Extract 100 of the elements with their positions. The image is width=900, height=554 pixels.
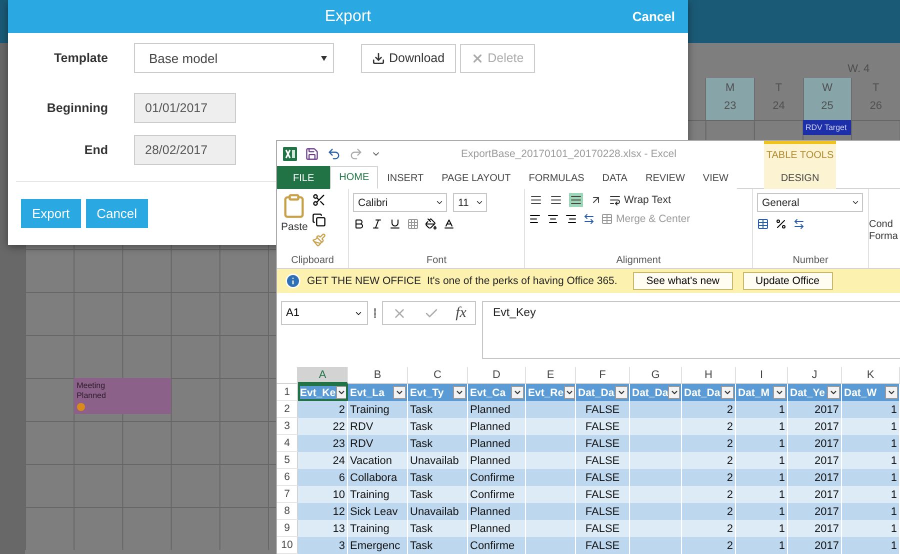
filter-button[interactable] <box>885 386 898 399</box>
italic-icon[interactable] <box>371 218 383 230</box>
column-header[interactable]: J <box>788 367 842 384</box>
dialog-title: Export <box>324 8 372 26</box>
table-cell: Planned <box>468 520 526 537</box>
scissors-icon[interactable] <box>312 193 326 207</box>
table-cell: 2017 <box>788 486 842 503</box>
table-cell: Training <box>348 520 408 537</box>
filter-button[interactable] <box>615 386 628 399</box>
underline-icon[interactable] <box>389 218 401 230</box>
ribbon-tab[interactable]: HOME <box>330 166 378 189</box>
table-cell: FALSE <box>576 469 630 486</box>
table-cell: 1 <box>842 435 900 452</box>
message-button[interactable]: See what's new <box>633 272 733 290</box>
calendar-event[interactable]: RDV Target <box>802 120 852 135</box>
borders-icon[interactable] <box>407 218 419 230</box>
column-header[interactable]: E <box>526 367 576 384</box>
table-cell: 1 <box>842 418 900 435</box>
column-header[interactable]: A <box>298 367 348 384</box>
table-cell <box>526 503 576 520</box>
table-cell: Training <box>348 486 408 503</box>
column-header[interactable]: H <box>682 367 736 384</box>
table-cell <box>630 435 682 452</box>
date-field[interactable]: 01/01/2017 <box>134 93 236 123</box>
formula-field[interactable]: Evt_Key <box>482 301 900 359</box>
table-cell: RDV <box>348 418 408 435</box>
table-cell: 2017 <box>788 418 842 435</box>
column-header[interactable]: I <box>736 367 788 384</box>
date-field[interactable]: 28/02/2017 <box>134 135 236 165</box>
template-select[interactable]: Base model <box>134 43 334 73</box>
bold-icon[interactable] <box>353 218 365 230</box>
filter-button[interactable] <box>773 386 786 399</box>
table-cell: Emergenc <box>348 537 408 554</box>
table-cell: 1 <box>736 503 788 520</box>
column-header[interactable]: G <box>630 367 682 384</box>
copy-icon[interactable] <box>312 213 326 227</box>
filter-button[interactable] <box>393 386 406 399</box>
undo-icon[interactable] <box>327 146 341 160</box>
table-cell: 1 <box>736 469 788 486</box>
table-cell <box>630 520 682 537</box>
table-cell <box>526 486 576 503</box>
ribbon-tab[interactable]: FILE <box>277 166 330 189</box>
caret-icon <box>829 388 838 397</box>
name-box[interactable]: A1 <box>281 301 368 325</box>
table-cell: 2017 <box>788 452 842 469</box>
align-left-icon[interactable] <box>529 213 541 225</box>
caret-icon <box>851 198 860 207</box>
filter-button[interactable] <box>827 386 840 399</box>
table-cell: FALSE <box>576 503 630 520</box>
insert-function-button[interactable]: fx <box>456 304 466 322</box>
table-cell: 10 <box>298 486 348 503</box>
wrap-text-button[interactable]: Wrap Text <box>609 194 671 206</box>
table-cell: 23 <box>298 435 348 452</box>
message-button[interactable]: Update Office <box>742 272 833 290</box>
column-header[interactable]: K <box>842 367 900 384</box>
conditional-format-button[interactable]: Cond Forma <box>869 189 900 268</box>
filter-button[interactable] <box>453 386 466 399</box>
column-header[interactable]: F <box>576 367 630 384</box>
column-header[interactable]: C <box>408 367 468 384</box>
filter-button[interactable] <box>336 386 347 399</box>
table-cell: Planned <box>468 418 526 435</box>
filter-button[interactable] <box>721 386 734 399</box>
table-cell: 2017 <box>788 469 842 486</box>
number-format-field[interactable]: General <box>757 193 863 212</box>
column-header[interactable]: B <box>348 367 408 384</box>
table-cell <box>526 469 576 486</box>
filter-button[interactable] <box>564 386 575 399</box>
table-cell: Task <box>408 486 468 503</box>
table-cell <box>526 401 576 418</box>
paste-button[interactable]: Paste <box>281 193 308 255</box>
save-icon[interactable] <box>305 146 319 160</box>
align-middle-button[interactable] <box>549 193 563 207</box>
table-cell: 2 <box>682 401 736 418</box>
percent-icon[interactable] <box>775 218 787 230</box>
table-cell: 24 <box>298 452 348 469</box>
diagonal-arrow-icon <box>590 194 602 206</box>
filter-button[interactable] <box>668 386 680 399</box>
table-cell: 12 <box>298 503 348 520</box>
group-label: Clipboard <box>290 255 335 266</box>
column-header[interactable]: D <box>468 367 526 384</box>
ribbon-tab[interactable]: DESIGN <box>764 166 836 189</box>
table-cell <box>630 537 682 554</box>
table-cell: Planned <box>468 503 526 520</box>
filter-button[interactable] <box>511 386 524 399</box>
font-size-field[interactable]: 11 <box>453 193 487 212</box>
table-cell: 13 <box>298 520 348 537</box>
font-color-icon[interactable] <box>443 218 455 230</box>
align-right-icon[interactable] <box>565 213 577 225</box>
fill-color-icon[interactable] <box>425 218 437 230</box>
align-center-icon[interactable] <box>547 213 559 225</box>
font-name-field[interactable]: Calibri <box>353 193 447 212</box>
table-cell: Task <box>408 520 468 537</box>
table-cell: 2 <box>682 503 736 520</box>
table-cell: 2017 <box>788 520 842 537</box>
align-top-button[interactable] <box>529 193 543 207</box>
align-bottom-button[interactable] <box>569 193 583 207</box>
lines-icon <box>570 194 582 206</box>
table-cell: 2 <box>682 469 736 486</box>
download-button[interactable]: Download <box>361 44 456 72</box>
table-cell: FALSE <box>576 452 630 469</box>
